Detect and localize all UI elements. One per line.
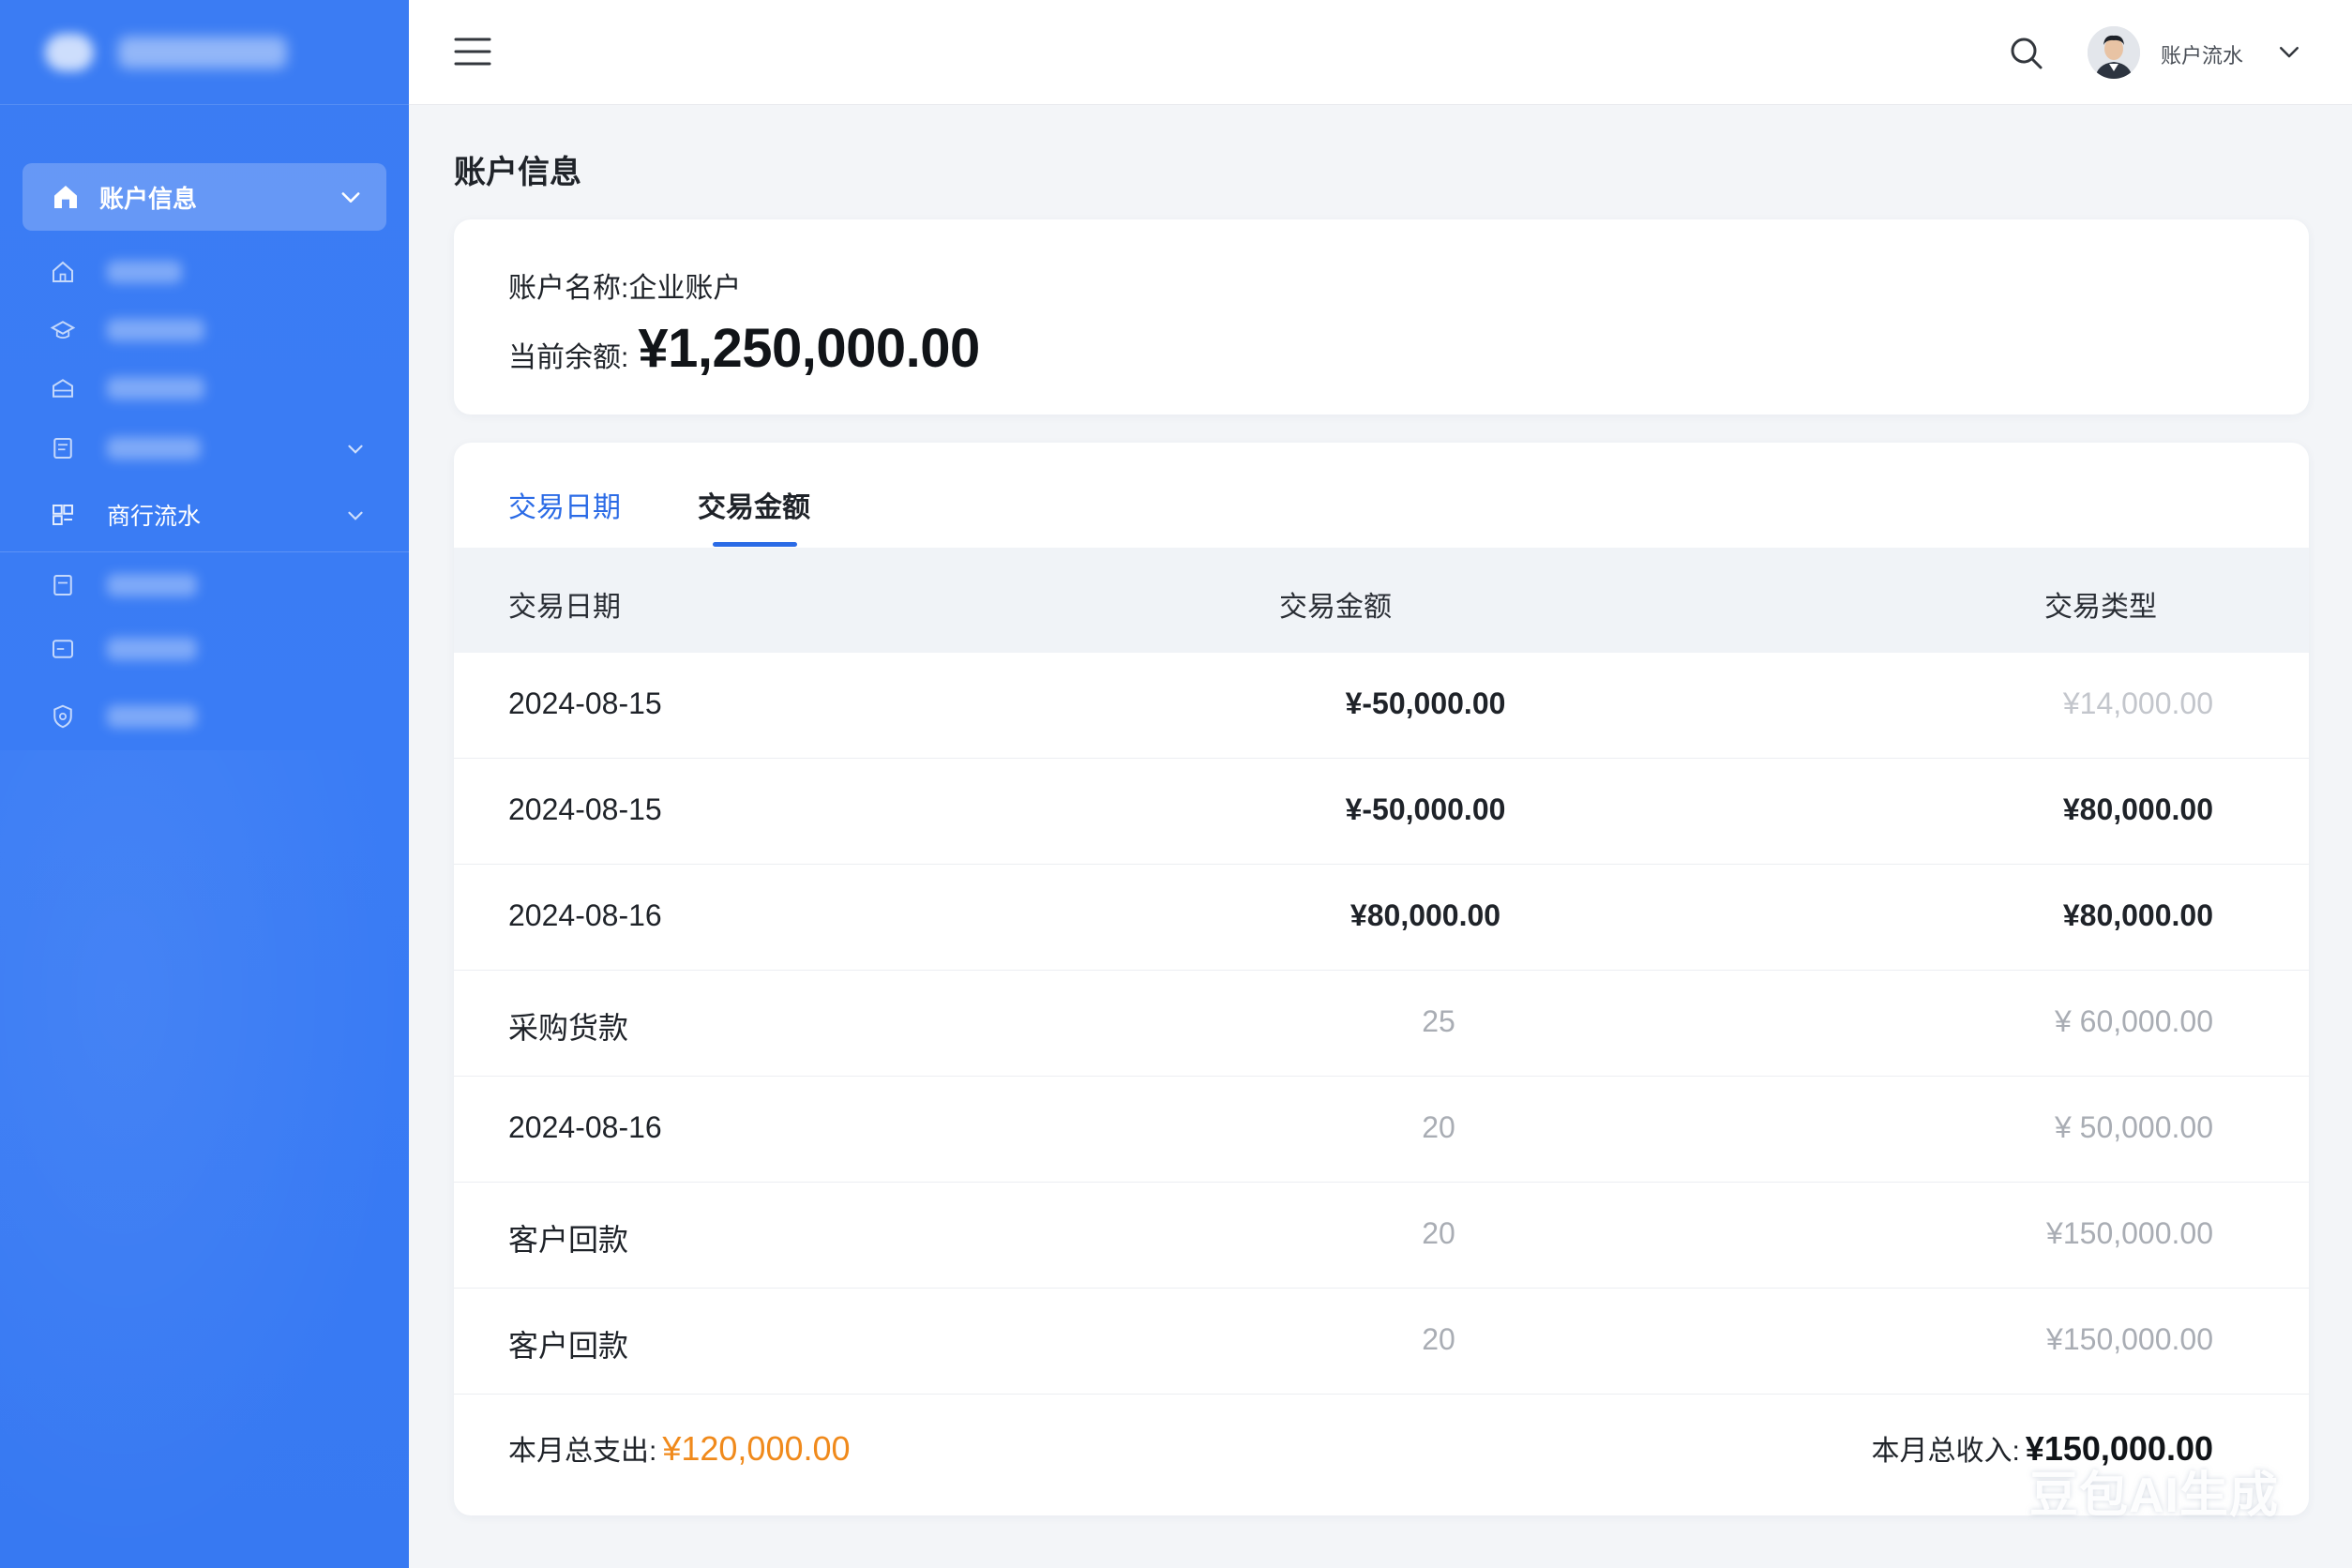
sidebar-item-3[interactable]: [49, 368, 386, 409]
chevron-down-icon: [348, 511, 363, 520]
chevron-down-icon: [348, 445, 363, 454]
account-balance-row: 当前余额: ¥1,250,000.00: [508, 317, 980, 380]
sidebar-item-label: [107, 574, 197, 596]
table-row[interactable]: 客户回款 20 ¥150,000.00: [454, 1183, 2309, 1289]
tab-bar: 交易日期 交易金额: [454, 443, 2309, 548]
shield-hat-icon: [50, 321, 76, 339]
account-name-value: 企业账户: [628, 273, 742, 304]
cell-amount: 20: [1422, 1110, 1455, 1144]
cell-type: ¥ 50,000.00: [2054, 1110, 2213, 1144]
balance-label: 当前余额:: [508, 342, 629, 373]
sidebar-item-label: [107, 377, 204, 400]
cell-type: ¥80,000.00: [2062, 898, 2213, 932]
sidebar-item-label: [107, 319, 204, 341]
shield-icon: [53, 704, 72, 729]
sidebar-item-label: [107, 437, 201, 460]
watermark: 豆包AI生成: [2029, 1469, 2280, 1523]
column-header-amount[interactable]: 交易金额: [1279, 583, 1392, 625]
logo-icon: [45, 33, 94, 71]
bank-icon: [53, 379, 73, 398]
sidebar-item-2[interactable]: [49, 309, 386, 351]
column-header-type[interactable]: 交易类型: [2044, 583, 2157, 625]
top-bar: 账户流水: [409, 0, 2352, 105]
cell-date: 2024-08-15: [508, 686, 662, 720]
active-tab-indicator: [713, 542, 797, 547]
cell-type: ¥14,000.00: [2062, 686, 2213, 720]
avatar[interactable]: [2088, 26, 2140, 79]
sidebar-divider: [0, 551, 409, 552]
sidebar-item-account-info[interactable]: 账户信息: [23, 163, 386, 231]
cell-date: 2024-08-15: [508, 792, 662, 826]
sidebar: 账户信息 商行流水: [0, 0, 409, 1568]
cell-date: 客户回款: [508, 1329, 629, 1363]
table-row[interactable]: 2024-08-15 ¥-50,000.00 ¥14,000.00: [454, 653, 2309, 759]
sidebar-item-label: [107, 638, 197, 660]
sidebar-item-7[interactable]: [49, 628, 386, 670]
table-row[interactable]: 2024-08-15 ¥-50,000.00 ¥80,000.00: [454, 759, 2309, 865]
balance-value: ¥1,250,000.00: [638, 318, 980, 379]
menu-toggle-icon[interactable]: [454, 36, 491, 68]
user-name[interactable]: 账户流水: [2161, 39, 2243, 69]
cell-type: ¥150,000.00: [2046, 1216, 2213, 1250]
cell-amount: ¥-50,000.00: [1345, 792, 1506, 826]
sidebar-item-bank-flow[interactable]: 商行流水: [49, 494, 386, 535]
chevron-down-icon[interactable]: [2275, 38, 2303, 66]
table-row[interactable]: 采购货款 25 ¥ 60,000.00: [454, 971, 2309, 1077]
sidebar-item-6[interactable]: [49, 565, 386, 606]
tab-transaction-amount[interactable]: 交易金额: [698, 484, 810, 525]
cell-type: ¥80,000.00: [2062, 792, 2213, 826]
file-icon: [53, 575, 72, 596]
expense-value: ¥120,000.00: [662, 1429, 851, 1468]
cell-type: ¥150,000.00: [2046, 1322, 2213, 1356]
expense-label: 本月总支出:: [508, 1436, 657, 1467]
avatar-image: [2088, 26, 2140, 79]
cell-amount: ¥80,000.00: [1349, 898, 1501, 932]
column-header-date[interactable]: 交易日期: [508, 583, 621, 625]
chevron-down-icon[interactable]: [338, 184, 364, 210]
account-card: 账户名称:企业账户 当前余额: ¥1,250,000.00: [454, 219, 2309, 415]
sidebar-item-label: 商行流水: [107, 504, 202, 530]
cell-amount: 20: [1422, 1322, 1455, 1356]
cell-amount: 25: [1422, 1004, 1455, 1038]
account-name-label: 账户名称:: [508, 273, 629, 304]
cell-amount: ¥-50,000.00: [1345, 686, 1506, 720]
sidebar-item-label: [107, 705, 197, 728]
sidebar-logo[interactable]: [0, 0, 409, 105]
cell-type: ¥ 60,000.00: [2054, 1004, 2213, 1038]
sidebar-item-label: 账户信息: [99, 184, 198, 213]
table-row[interactable]: 2024-08-16 ¥80,000.00 ¥80,000.00: [454, 865, 2309, 971]
search-icon[interactable]: [2007, 34, 2044, 71]
sidebar-item-1[interactable]: [49, 251, 386, 293]
tab-transaction-date[interactable]: 交易日期: [508, 484, 621, 525]
app-root: 账户信息 商行流水 账户流水 账户信息 账户名称:企业账户 当前余额: ¥1,2…: [0, 0, 2352, 1568]
sidebar-item-label: [107, 261, 182, 283]
sidebar-background: [0, 750, 409, 1568]
home-outline-icon: [53, 261, 73, 282]
sidebar-item-8[interactable]: [49, 696, 386, 737]
page-title: 账户信息: [454, 155, 581, 190]
sidebar-item-4[interactable]: [49, 428, 386, 469]
monthly-expense: 本月总支出: ¥120,000.00: [508, 1427, 851, 1469]
account-name-row: 账户名称:企业账户: [508, 264, 741, 306]
cell-date: 客户回款: [508, 1223, 629, 1257]
table-row[interactable]: 2024-08-16 20 ¥ 50,000.00: [454, 1077, 2309, 1183]
table-header: 交易日期 交易金额 交易类型: [454, 548, 2309, 653]
card-icon: [53, 640, 73, 658]
cell-date: 采购货款: [508, 1011, 629, 1045]
cell-date: 2024-08-16: [508, 898, 662, 932]
income-label: 本月总收入:: [1871, 1436, 2020, 1467]
home-icon: [54, 186, 77, 208]
grid-icon: [53, 505, 73, 525]
table-row[interactable]: 客户回款 20 ¥150,000.00: [454, 1289, 2309, 1395]
logo-text: [118, 36, 287, 68]
cell-date: 2024-08-16: [508, 1110, 662, 1144]
cell-amount: 20: [1422, 1216, 1455, 1250]
transactions-card: 交易日期 交易金额 交易日期 交易金额 交易类型 2024-08-15 ¥-50…: [454, 443, 2309, 1515]
document-icon: [53, 438, 72, 459]
